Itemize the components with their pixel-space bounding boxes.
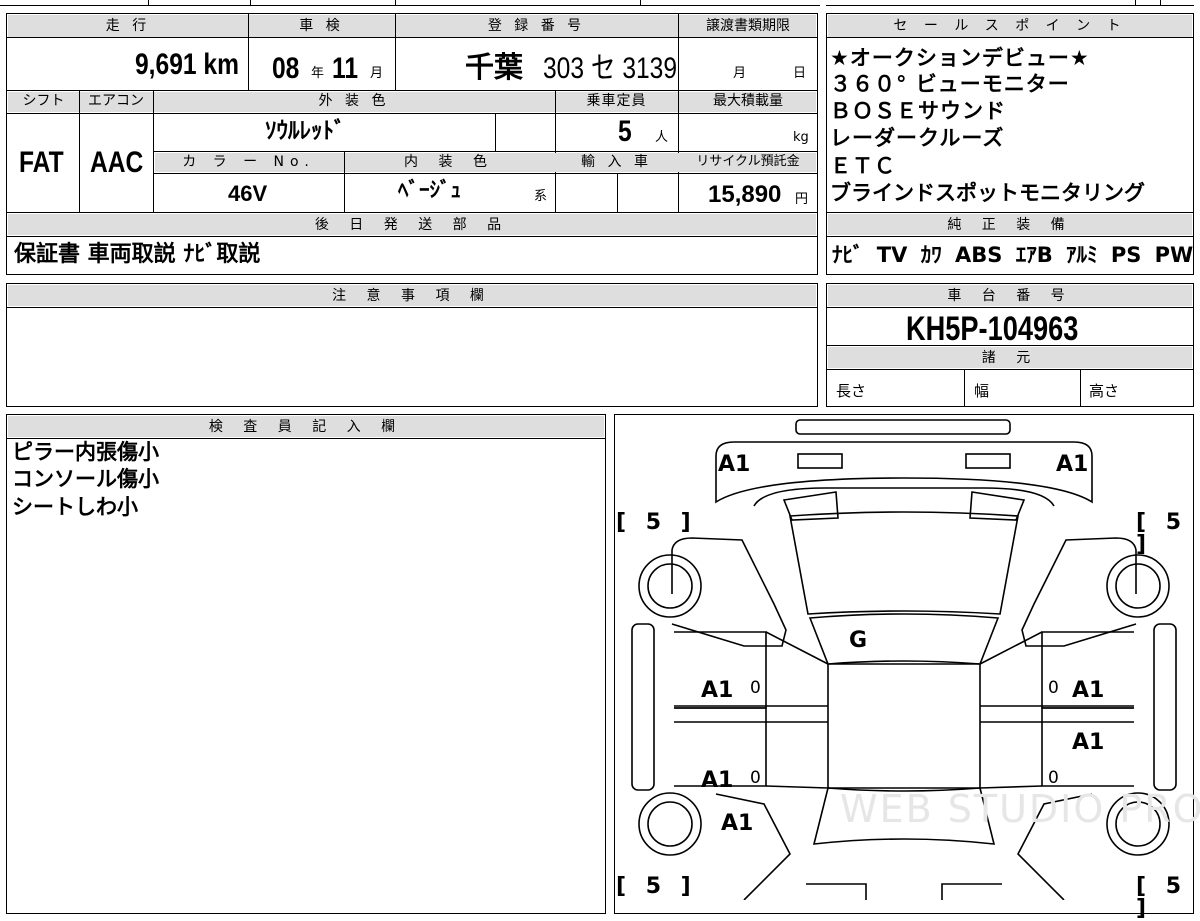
tread-front-left: [ 5 ] bbox=[616, 510, 697, 535]
mark-front-left-corner: A1 bbox=[718, 452, 751, 477]
specs-header: 諸 元 bbox=[981, 350, 1039, 366]
later-parts-header: 後 日 発 送 部 品 bbox=[314, 217, 510, 233]
color-no-value: 46V bbox=[228, 181, 268, 206]
capacity-header: 乗車定員 bbox=[586, 93, 647, 109]
zero-front-left-door: 0 bbox=[750, 678, 761, 698]
inspection-year: 08 bbox=[272, 52, 300, 85]
sales-point-6: ブラインドスポットモニタリング bbox=[830, 181, 1145, 205]
shift-value: FAT bbox=[19, 146, 64, 179]
inspection-month: 11 bbox=[332, 52, 359, 85]
sales-point-2: ３６０° ビューモニター bbox=[830, 72, 1070, 96]
recycle-value: 15,890 bbox=[708, 181, 782, 208]
mark-front-right-corner: A1 bbox=[1056, 452, 1089, 477]
zero-rear-left-door: 0 bbox=[750, 768, 761, 788]
mark-front-right-door: A1 bbox=[1072, 678, 1105, 703]
capacity-value: 5 bbox=[618, 115, 632, 148]
reg-no-header: 登 録 番 号 bbox=[487, 18, 586, 34]
ext-color-header: 外 装 色 bbox=[318, 93, 390, 109]
sales-point-3: ＢＯＳＥサウンド bbox=[830, 99, 1006, 123]
inspector-note-1: ピラー内張傷小 bbox=[12, 440, 159, 464]
shift-header: シフト bbox=[22, 93, 65, 109]
equipment-value: ﾅﾋﾞ TV ｶﾜ ABS ｴｱB ｱﾙﾐ PS PW bbox=[832, 243, 1194, 267]
registration-area: 千葉 bbox=[465, 50, 524, 84]
tread-rear-left: [ 5 ] bbox=[616, 874, 697, 899]
int-color-header: 内 装 色 bbox=[404, 154, 495, 170]
import-header: 輸 入 車 bbox=[581, 154, 652, 170]
later-parts-value: 保証書 車両取説 ﾅﾋﾞ取説 bbox=[14, 242, 261, 267]
tread-front-right: [ 5 ] bbox=[1136, 510, 1188, 557]
sales-points-header: セ ー ル ス ポ イ ン ト bbox=[893, 18, 1127, 34]
inspection-header: 車 検 bbox=[299, 18, 344, 34]
recycle-unit: 円 bbox=[795, 192, 809, 207]
mark-rear-left-door: A1 bbox=[701, 768, 734, 793]
transfer-day: 日 bbox=[793, 66, 807, 81]
zero-front-right-door: 0 bbox=[1048, 678, 1059, 698]
capacity-unit: 人 bbox=[655, 130, 669, 145]
inspection-month-unit: 月 bbox=[370, 66, 384, 81]
mark-windshield: G bbox=[849, 628, 868, 653]
aircon-header: エアコン bbox=[88, 93, 144, 109]
inspector-header: 検 査 員 記 入 欄 bbox=[208, 419, 404, 435]
ext-color-value: ｿｳﾙﾚｯﾄﾞ bbox=[265, 118, 346, 144]
max-load-header: 最大積載量 bbox=[713, 93, 783, 109]
sales-point-1: ★オークションデビュー★ bbox=[830, 46, 1090, 70]
spec-height-label: 高さ bbox=[1089, 382, 1120, 400]
mileage-header: 走 行 bbox=[105, 18, 151, 34]
spec-width-label: 幅 bbox=[974, 382, 990, 400]
int-color-suffix: 系 bbox=[534, 189, 548, 204]
sales-point-5: ＥＴＣ bbox=[830, 154, 896, 178]
mark-rear-left-quarter: A1 bbox=[721, 811, 754, 836]
mark-front-left-door: A1 bbox=[701, 678, 734, 703]
chassis-number: KH5P-104963 bbox=[906, 310, 1079, 348]
equipment-header: 純 正 装 備 bbox=[947, 217, 1073, 233]
registration-number: 303 セ 3139 bbox=[543, 52, 678, 85]
max-load-unit: kg bbox=[793, 130, 809, 145]
tread-rear-right: [ 5 ] bbox=[1136, 874, 1188, 921]
inspector-note-3: シートしわ小 bbox=[12, 495, 138, 519]
int-color-value: ﾍﾞｰｼﾞｭ bbox=[398, 178, 461, 202]
recycle-header: リサイクル預託金 bbox=[696, 154, 800, 169]
sales-point-4: レーダークルーズ bbox=[830, 126, 1005, 150]
transfer-month: 月 bbox=[733, 66, 747, 81]
mark-rear-right-door: A1 bbox=[1072, 730, 1105, 755]
chassis-header: 車 台 番 号 bbox=[947, 288, 1073, 304]
spec-length-label: 長さ bbox=[836, 382, 867, 400]
mileage-value: 9,691 km bbox=[135, 48, 239, 81]
color-no-header: カ ラ ー No. bbox=[182, 154, 315, 170]
aircon-value: AAC bbox=[90, 146, 144, 179]
inspection-year-unit: 年 bbox=[311, 66, 325, 81]
transfer-deadline-header: 譲渡書類期限 bbox=[706, 18, 790, 34]
zero-rear-right-door: 0 bbox=[1048, 768, 1059, 788]
inspector-note-2: コンソール傷小 bbox=[12, 467, 159, 491]
notes-header: 注 意 事 項 欄 bbox=[332, 288, 492, 304]
